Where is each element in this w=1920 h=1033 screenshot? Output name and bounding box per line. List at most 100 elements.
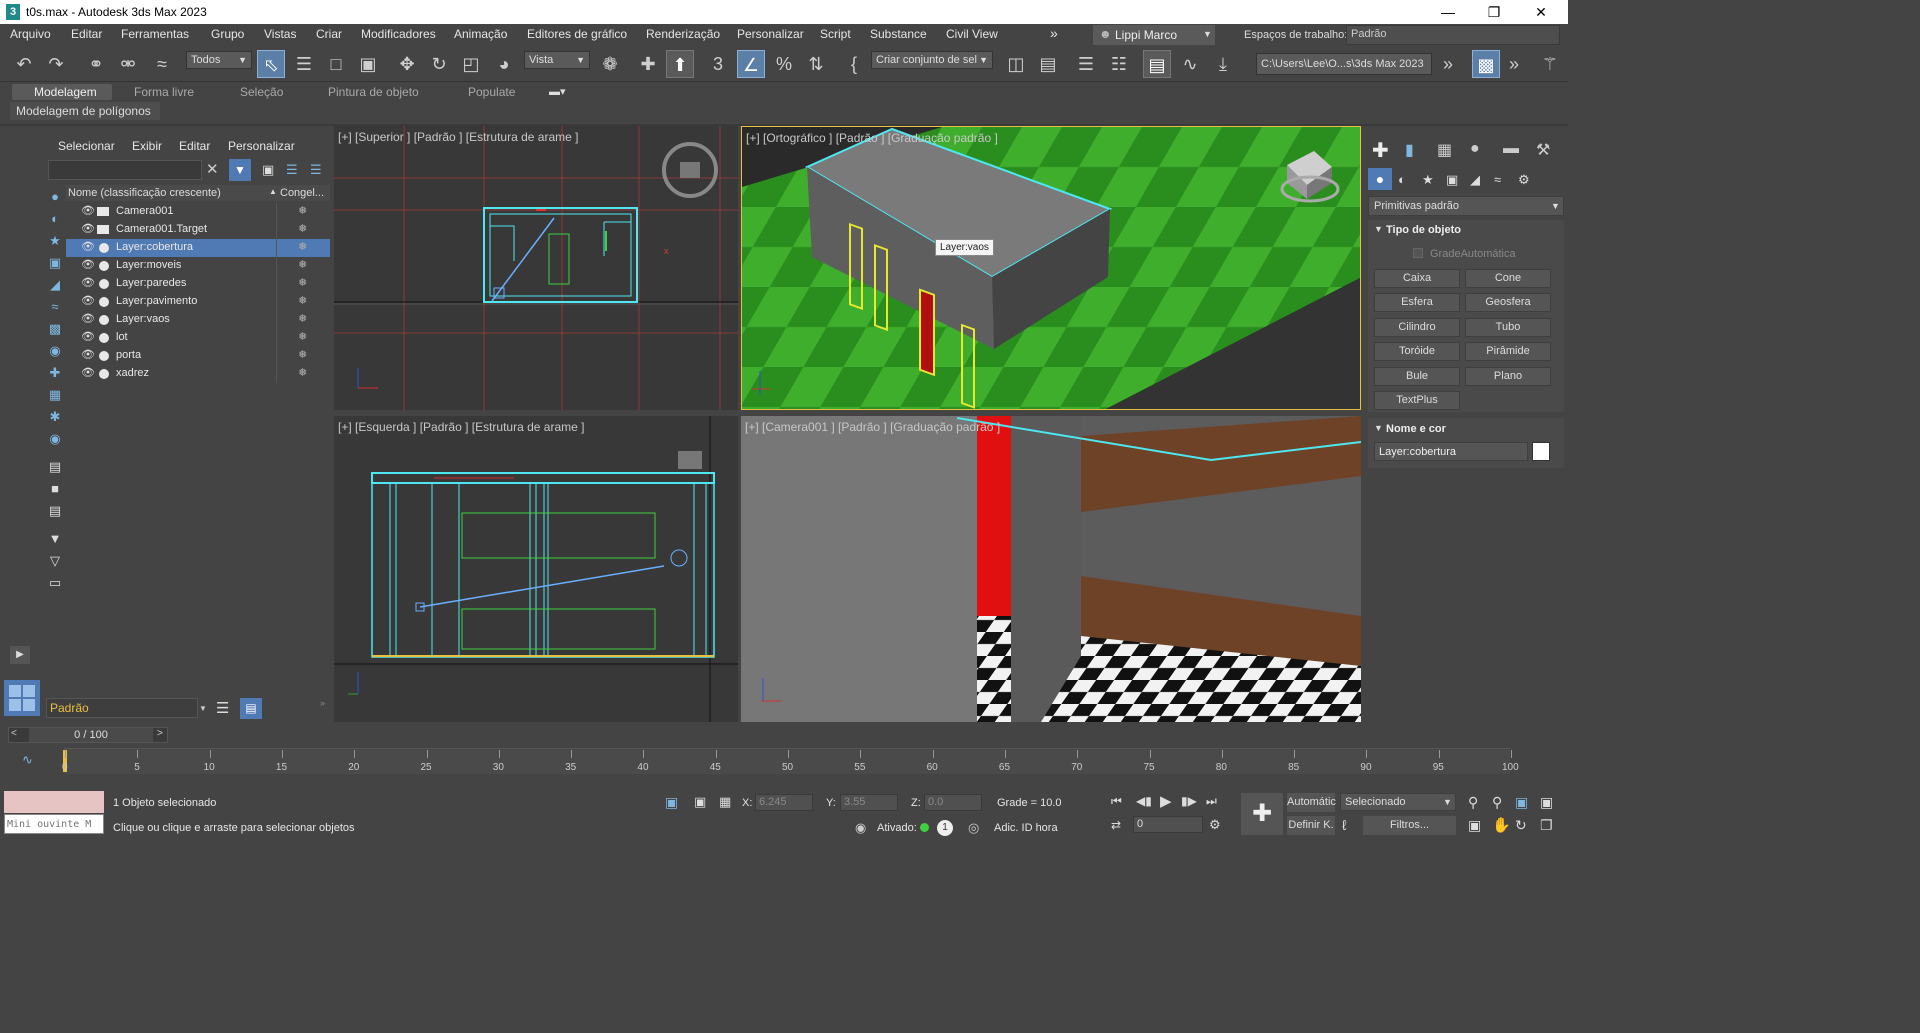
expand-panel-icon[interactable]: ▶ (10, 646, 30, 664)
adaptive-degradation-icon[interactable]: ◉ (855, 820, 866, 836)
explorer-row[interactable]: 👁 Camera001.Target ❅ (66, 221, 330, 239)
ribbon-options-icon[interactable]: ▬▾ (549, 85, 566, 98)
render-icon[interactable]: ⚚ (1536, 50, 1564, 78)
toggle-layer-explorer-icon[interactable]: ☷ (1105, 50, 1133, 78)
clear-search-icon[interactable]: ✕ (206, 160, 219, 178)
key-filters-button[interactable]: Filtros... (1363, 816, 1456, 835)
field-of-view-icon[interactable]: ▣ (1468, 817, 1481, 834)
rectangular-selection-icon[interactable]: □ (322, 50, 350, 78)
toolbar-overflow-2-icon[interactable]: » (1500, 50, 1528, 78)
tab-pintura-objeto[interactable]: Pintura de objeto (328, 85, 419, 99)
ribbon-subpanel[interactable]: Modelagem de polígonos (10, 102, 160, 120)
visibility-eye-icon[interactable]: 👁 (81, 330, 95, 343)
filter-icon[interactable]: ▼ (229, 159, 251, 181)
layer-dropdown[interactable]: Padrão (46, 698, 198, 718)
freeze-icon[interactable]: ❅ (298, 366, 307, 379)
menu-personalizar[interactable]: Personalizar (737, 27, 804, 41)
scale-icon[interactable]: ◰ (457, 50, 485, 78)
category-dropdown[interactable]: Primitivas padrão ▼ (1368, 196, 1564, 216)
explorer-row[interactable]: 👁 porta ❅ (66, 347, 330, 365)
bule-button[interactable]: Bule (1374, 367, 1460, 386)
lock-icon[interactable]: ▣ (262, 162, 274, 178)
menu-vistas[interactable]: Vistas (264, 27, 296, 41)
create-tab-icon[interactable]: ✚ (1372, 138, 1389, 163)
cone-button[interactable]: Cone (1465, 269, 1551, 288)
visibility-eye-icon[interactable]: 👁 (81, 294, 95, 307)
mirror-icon[interactable]: ◫ (1002, 50, 1030, 78)
menu-script[interactable]: Script (820, 27, 851, 41)
x-coordinate-field[interactable]: 6.245 (755, 794, 813, 811)
toroide-button[interactable]: Toróide (1374, 342, 1460, 361)
orbit-icon[interactable]: ↻ (1515, 817, 1527, 834)
keyboard-shortcut-override-icon[interactable]: ⬆ (666, 50, 694, 78)
caixa-button[interactable]: Caixa (1374, 269, 1460, 288)
display-groups-icon[interactable]: ▩ (45, 320, 65, 338)
motion-tab-icon[interactable]: ● (1470, 140, 1480, 158)
visibility-eye-icon[interactable]: 👁 (81, 276, 95, 289)
curve-editor-mini-icon[interactable]: ∿ (22, 752, 33, 768)
previous-frame-icon[interactable]: ◀▮ (1136, 794, 1152, 808)
display-all-icon[interactable]: ▤ (45, 458, 65, 476)
reference-coordinate-dropdown[interactable]: Vista ▼ (524, 51, 590, 69)
redo-icon[interactable]: ↷ (42, 50, 70, 78)
utilities-tab-icon[interactable]: ⚒ (1536, 140, 1550, 160)
maxscript-listener-pink[interactable] (4, 791, 104, 813)
explorer-row[interactable]: 👁 lot ❅ (66, 329, 330, 347)
explorer-search-input[interactable] (48, 160, 202, 180)
explorer-row[interactable]: 👁 Layer:vaos ❅ (66, 311, 330, 329)
maxscript-mini-listener[interactable] (4, 814, 104, 834)
visibility-eye-icon[interactable]: 👁 (81, 348, 95, 361)
freeze-icon[interactable]: ❅ (298, 276, 307, 289)
collapse-icon[interactable]: » (320, 698, 325, 708)
unlink-icon[interactable]: ⚮ (114, 50, 142, 78)
named-selection-dropdown[interactable]: Criar conjunto de sel ▼ (871, 51, 993, 69)
link-icon[interactable]: ⚭ (82, 50, 110, 78)
display-tab-icon[interactable]: ▬ (1503, 140, 1519, 158)
play-icon[interactable]: ▶ (1160, 792, 1172, 810)
schematic-view-icon[interactable]: ⤓ (1209, 50, 1237, 78)
time-configuration-icon[interactable]: ⚙ (1209, 817, 1221, 833)
geosfera-button[interactable]: Geosfera (1465, 293, 1551, 312)
plano-button[interactable]: Plano (1465, 367, 1551, 386)
freeze-icon[interactable]: ❅ (298, 348, 307, 361)
info-badge-icon[interactable]: 1 (937, 820, 953, 836)
invert-display-icon[interactable]: ▤ (45, 502, 65, 520)
project-folder-path[interactable]: C:\Users\Lee\O...s\3ds Max 2023 (1256, 53, 1432, 75)
display-spacewarps-icon[interactable]: ≈ (45, 298, 65, 316)
explorer-mode-icon[interactable]: ▤ (240, 698, 262, 719)
zoom-icon[interactable]: ⚲ (1468, 794, 1478, 811)
select-object-icon[interactable]: ⬁ (257, 50, 285, 78)
visibility-eye-icon[interactable]: 👁 (81, 366, 95, 379)
key-filter-icon[interactable]: ℓ (1342, 817, 1347, 833)
rotate-icon[interactable]: ↻ (425, 50, 453, 78)
pan-icon[interactable]: ✋ (1492, 816, 1511, 834)
viewport-camera[interactable]: [+] [Camera001 ] [Padrão ] [Graduação pa… (741, 416, 1361, 722)
time-slider[interactable]: < 0 / 100 > (8, 727, 168, 743)
select-manipulate-icon[interactable]: ✚ (634, 50, 662, 78)
hierarchy-tab-icon[interactable]: ▦ (1437, 140, 1452, 160)
minimize-icon[interactable]: — (1425, 0, 1471, 24)
shapes-category-icon[interactable]: ◐ (1398, 172, 1406, 187)
time-tag-icon[interactable]: ◎ (968, 820, 979, 836)
rollout-collapse-icon[interactable]: ▼ (1374, 423, 1383, 433)
name-color-heading[interactable]: Nome e cor (1386, 423, 1446, 435)
time-slider-prev-icon[interactable]: < (11, 728, 17, 739)
menu-substance[interactable]: Substance (870, 27, 927, 41)
curve-editor-icon[interactable]: ∿ (1176, 50, 1204, 78)
folder-icon[interactable]: ▭ (45, 574, 65, 592)
set-key-button[interactable]: Definir K. (1287, 816, 1335, 835)
explorer-menu-editar[interactable]: Editar (179, 139, 210, 153)
viewport-camera-label[interactable]: [+] [Camera001 ] [Padrão ] [Graduação pa… (745, 420, 1000, 434)
explorer-row[interactable]: 👁 xadrez ❅ (66, 365, 330, 383)
explorer-menu-selecionar[interactable]: Selecionar (58, 139, 115, 153)
lights-category-icon[interactable]: ★ (1422, 172, 1434, 188)
goto-end-icon[interactable]: ⏭ (1206, 794, 1217, 809)
tubo-button[interactable]: Tubo (1465, 318, 1551, 337)
filter-icon[interactable]: ▼ (45, 530, 65, 548)
helpers-category-icon[interactable]: ◢ (1470, 172, 1480, 188)
display-helpers-icon[interactable]: ◢ (45, 276, 65, 294)
key-mode-dropdown[interactable]: Selecionado ▼ (1340, 793, 1456, 811)
display-containers-icon[interactable]: ▦ (45, 386, 65, 404)
menu-criar[interactable]: Criar (316, 27, 342, 41)
freeze-icon[interactable]: ❅ (298, 312, 307, 325)
